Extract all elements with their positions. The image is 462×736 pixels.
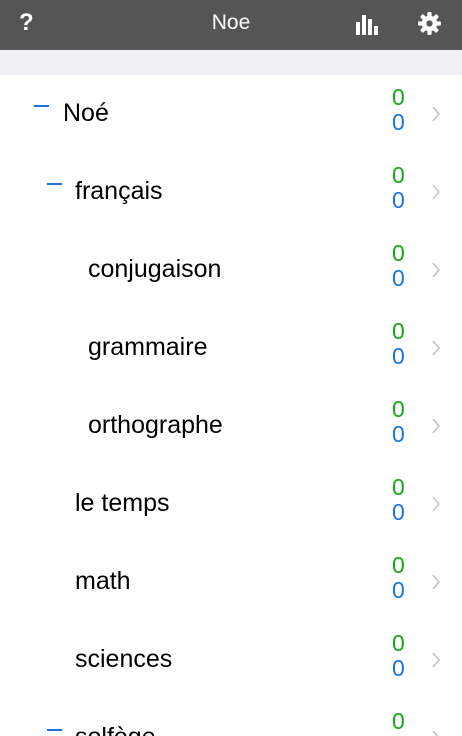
page-title: Noe [211,11,251,34]
green-count: 0 [392,318,405,344]
top-bar: ? Noe [0,0,462,50]
blue-count: 0 [392,655,405,681]
header-spacer [0,50,462,75]
chevron-right-icon [432,262,441,278]
collapse-icon[interactable] [47,729,62,731]
bar-chart-icon[interactable] [355,13,381,35]
blue-count: 0 [392,265,405,291]
blue-count: 0 [392,343,405,369]
green-count: 0 [392,84,405,110]
collapse-icon[interactable] [47,183,62,185]
tree-row-label: solfège [75,722,156,736]
chevron-right-icon [432,730,439,736]
blue-count: 0 [392,109,405,135]
tree-row-label: conjugaison [88,255,222,283]
chevron-right-icon [432,418,441,434]
green-count: 0 [392,474,405,500]
tree-row-conjugaison[interactable]: conjugaison 0 0 [0,231,462,309]
tree-row-label: le temps [75,489,170,517]
green-count: 0 [392,708,405,734]
tree-row-label: sciences [75,645,173,673]
tree-row-noe[interactable]: Noé 0 0 [0,75,462,153]
chevron-right-icon [432,574,441,590]
chevron-right-icon [432,496,441,512]
green-count: 0 [392,630,405,656]
tree-row-orthographe[interactable]: orthographe 0 0 [0,387,462,465]
blue-count: 0 [392,499,405,525]
collapse-icon[interactable] [34,105,49,107]
tree-row-label: Noé [63,99,109,127]
green-count: 0 [392,162,405,188]
chevron-right-icon [432,652,441,668]
green-count: 0 [392,240,405,266]
blue-count: 0 [392,187,405,213]
tree-row-sciences[interactable]: sciences 0 0 [0,621,462,699]
help-icon[interactable]: ? [19,8,34,38]
tree-row-label: orthographe [88,411,223,439]
tree-row-label: grammaire [88,333,208,361]
tree-row-francais[interactable]: français 0 0 [0,153,462,231]
chevron-right-icon [432,340,441,356]
tree-row-label: français [75,177,163,205]
tree-row-grammaire[interactable]: grammaire 0 0 [0,309,462,387]
blue-count: 0 [392,421,405,447]
tree-row-label: math [75,567,131,595]
blue-count: 0 [392,577,405,603]
tree-row-le-temps[interactable]: le temps 0 0 [0,465,462,543]
green-count: 0 [392,396,405,422]
chevron-right-icon [432,106,441,122]
tree-row-solfege[interactable]: solfège 0 0 [0,699,462,736]
tree-row-math[interactable]: math 0 0 [0,543,462,621]
chevron-right-icon [432,184,441,200]
gear-icon[interactable] [417,11,442,36]
green-count: 0 [392,552,405,578]
